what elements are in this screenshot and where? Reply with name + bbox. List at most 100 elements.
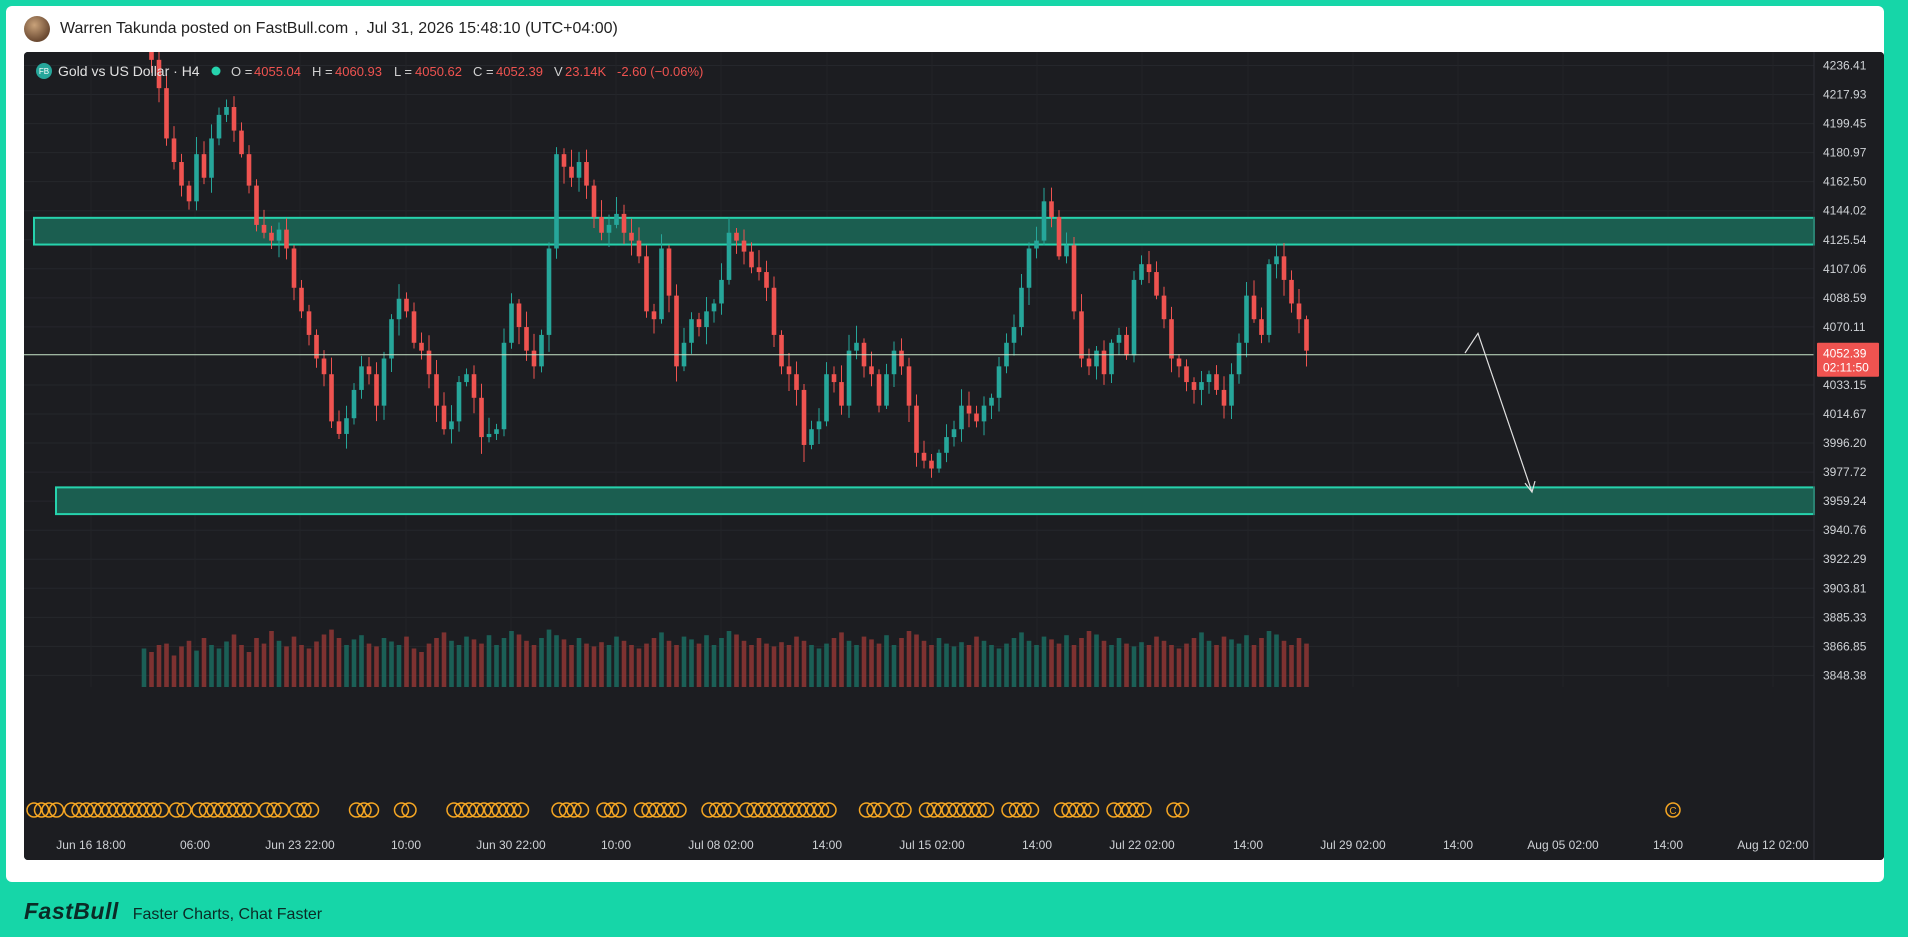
candle-body[interactable] <box>846 350 852 406</box>
candle-body[interactable] <box>809 429 814 445</box>
candle-body[interactable] <box>554 154 559 249</box>
candle-body[interactable] <box>194 154 199 202</box>
candle-body[interactable] <box>914 405 919 453</box>
candle-body[interactable] <box>426 350 432 375</box>
candle-body[interactable] <box>531 350 537 367</box>
candle-body[interactable] <box>779 334 784 367</box>
candle-body[interactable] <box>696 319 702 328</box>
candle-body[interactable] <box>516 303 522 328</box>
candle-body[interactable] <box>1139 264 1144 280</box>
candle-body[interactable] <box>1229 374 1234 406</box>
candle-body[interactable] <box>374 374 379 406</box>
candle-body[interactable] <box>509 303 514 343</box>
candle-body[interactable] <box>164 88 169 139</box>
candle-body[interactable] <box>396 298 402 320</box>
candle-body[interactable] <box>1064 245 1069 257</box>
candle-body[interactable] <box>689 319 694 343</box>
candle-body[interactable] <box>351 389 357 419</box>
candle-body[interactable] <box>816 421 822 430</box>
candle-body[interactable] <box>989 397 994 406</box>
candle-body[interactable] <box>201 154 207 178</box>
candle-body[interactable] <box>801 389 807 445</box>
candle-body[interactable] <box>1214 374 1219 390</box>
candle-body[interactable] <box>854 342 859 351</box>
candle-body[interactable] <box>546 248 552 335</box>
candle-body[interactable] <box>726 232 732 280</box>
candle-body[interactable] <box>464 374 469 383</box>
avatar[interactable] <box>24 16 50 42</box>
candle-body[interactable] <box>471 374 477 398</box>
fastbull-logo[interactable]: FastBull <box>24 898 119 925</box>
candle-body[interactable] <box>561 154 567 167</box>
candle-body[interactable] <box>614 213 619 225</box>
candle-body[interactable] <box>321 358 327 375</box>
candle-body[interactable] <box>1191 382 1197 390</box>
candle-body[interactable] <box>839 382 844 406</box>
candle-body[interactable] <box>539 334 544 367</box>
candlestick-chart[interactable]: C 4236.41 4217.93 4199.45 4180.97 4162.50 414… <box>24 52 1884 860</box>
candle-body[interactable] <box>1131 279 1137 356</box>
candle-body[interactable] <box>981 405 987 422</box>
candle-body[interactable] <box>1109 342 1114 375</box>
candle-body[interactable] <box>1221 389 1227 406</box>
candle-body[interactable] <box>591 185 597 218</box>
zone-resistance[interactable] <box>33 216 1815 246</box>
candle-body[interactable] <box>179 162 184 186</box>
candle-body[interactable] <box>786 366 792 375</box>
candle-body[interactable] <box>959 405 964 430</box>
candle-body[interactable] <box>441 405 447 430</box>
candle-body[interactable] <box>1124 334 1129 356</box>
candle-body[interactable] <box>659 248 664 320</box>
candle-body[interactable] <box>831 374 837 383</box>
candle-body[interactable] <box>1296 303 1302 320</box>
candle-body[interactable] <box>291 248 297 288</box>
candle-body[interactable] <box>794 374 799 390</box>
candle-body[interactable] <box>449 421 454 430</box>
candle-body[interactable] <box>1259 319 1264 335</box>
candle-body[interactable] <box>711 303 717 312</box>
candle-body[interactable] <box>434 374 439 406</box>
candle-body[interactable] <box>1184 366 1189 383</box>
candle-body[interactable] <box>621 213 627 233</box>
candle-body[interactable] <box>944 437 949 453</box>
candle-body[interactable] <box>891 350 897 375</box>
candle-body[interactable] <box>1161 295 1167 320</box>
candle-body[interactable] <box>1071 245 1077 312</box>
candle-body[interactable] <box>501 342 507 430</box>
candle-body[interactable] <box>674 295 679 367</box>
candle-body[interactable] <box>636 240 642 257</box>
candle-body[interactable] <box>584 162 589 186</box>
candle-body[interactable] <box>1281 256 1287 280</box>
candle-body[interactable] <box>1041 201 1047 241</box>
candle-body[interactable] <box>876 374 882 406</box>
candle-body[interactable] <box>269 232 274 241</box>
candle-body[interactable] <box>411 311 417 343</box>
candle-body[interactable] <box>456 382 462 422</box>
zone-support[interactable] <box>55 486 1815 516</box>
candle-body[interactable] <box>576 162 582 178</box>
candle-body[interactable] <box>666 248 672 296</box>
candle-body[interactable] <box>209 138 214 178</box>
candle-body[interactable] <box>1034 240 1039 249</box>
candle-body[interactable] <box>974 413 979 422</box>
candle-body[interactable] <box>996 366 1002 398</box>
candle-body[interactable] <box>359 366 364 390</box>
candle-body[interactable] <box>1101 350 1107 375</box>
candle-body[interactable] <box>1236 342 1242 375</box>
candle-body[interactable] <box>1026 248 1032 288</box>
candle-body[interactable] <box>231 107 237 131</box>
candle-body[interactable] <box>366 366 372 375</box>
candle-body[interactable] <box>1116 334 1122 343</box>
candle-body[interactable] <box>216 114 222 139</box>
candle-body[interactable] <box>306 311 312 335</box>
candle-body[interactable] <box>276 229 282 241</box>
candle-body[interactable] <box>1199 382 1204 390</box>
candle-body[interactable] <box>239 130 244 155</box>
candle-body[interactable] <box>486 433 492 438</box>
candle-body[interactable] <box>254 185 259 225</box>
candle-body[interactable] <box>336 421 342 434</box>
candle-body[interactable] <box>764 272 769 288</box>
candle-body[interactable] <box>1086 358 1092 367</box>
candle-body[interactable] <box>479 397 484 438</box>
candle-body[interactable] <box>524 327 529 351</box>
